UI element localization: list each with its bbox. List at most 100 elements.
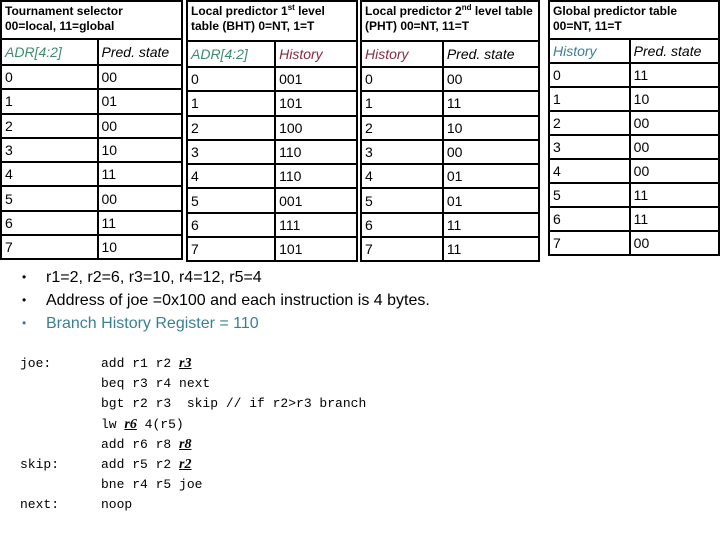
code-line: bgt r2 r3 skip // if r2>r3 branch (20, 394, 366, 414)
facts-list: • r1=2, r2=6, r3=10, r4=12, r5=4 • Address… (22, 266, 430, 335)
value-cell: 00 (96, 63, 183, 91)
code-instruction: add r1 r2 r3 (101, 354, 191, 374)
value-cell: 11 (441, 211, 541, 239)
code-label: skip: (20, 456, 60, 472)
bullet-item-address: • Address of joe =0x100 and each instruct… (22, 289, 430, 312)
bullet-item-bhr: • Branch History Register = 110 (22, 312, 430, 335)
title-line: 00=NT, 11=T (553, 19, 622, 33)
table-title: Global predictor table 00=NT, 11=T (548, 0, 720, 40)
value-cell: 101 (274, 236, 358, 263)
index-cell: 4 (185, 163, 277, 190)
instruction-text: noop (101, 497, 133, 513)
value-cell: 00 (441, 138, 541, 166)
table-row: 2 10 (360, 114, 541, 141)
bullet-icon: • (22, 293, 27, 307)
index-cell: 5 (360, 187, 444, 214)
bullet-item-registers: • r1=2, r2=6, r3=10, r4=12, r5=4 (22, 266, 430, 289)
table-row: 3 00 (360, 138, 541, 166)
title-line: Global predictor table (553, 4, 678, 18)
value-cell: 00 (628, 134, 720, 160)
index-cell: 0 (185, 65, 277, 93)
index-cell: 4 (0, 161, 99, 188)
value-cell: 11 (628, 206, 720, 232)
index-cell: 7 (548, 230, 631, 256)
instruction-text: bgt r2 r3 skip // if r2>r3 branch (101, 396, 367, 412)
code-instruction: bgt r2 r3 skip // if r2>r3 branch (101, 394, 366, 414)
value-cell: 111 (274, 211, 358, 239)
title-text: Local predictor 1 (191, 4, 288, 18)
index-cell: 6 (185, 211, 277, 239)
table-row: 7 00 (548, 230, 720, 256)
index-cell: 4 (548, 158, 631, 184)
index-cell: 5 (548, 182, 631, 208)
bullet-icon: • (22, 316, 27, 330)
code-line: lw r6 4(r5) (20, 415, 366, 435)
index-cell: 1 (360, 90, 444, 117)
table-row: 6 11 (0, 209, 183, 237)
dest-register: r8 (179, 436, 192, 452)
instruction-text: 4(r5) (136, 416, 184, 432)
local-bht-table: Local predictor 1st level table (BHT) 0=… (185, 0, 358, 263)
index-cell: 2 (548, 110, 631, 136)
table-row: 5 11 (548, 182, 720, 208)
code-line: bne r4 r5 joe (20, 475, 366, 495)
table-row: 7 101 (185, 236, 358, 263)
table-title: Tournament selector 00=local, 11=global (0, 0, 183, 40)
title-line: Tournament selector (5, 4, 123, 18)
code-label (20, 374, 101, 394)
value-cell: 11 (628, 62, 720, 88)
tournament-selector-table: Tournament selector 00=local, 11=global … (0, 0, 183, 261)
value-cell: 00 (628, 230, 720, 256)
table-row: 0 001 (185, 65, 358, 93)
value-cell: 10 (628, 86, 720, 112)
value-cell: 10 (441, 114, 541, 141)
table-row: 7 10 (0, 234, 183, 261)
value-cell: 11 (441, 90, 541, 117)
code-label: joe: (20, 356, 52, 371)
table-row: 0 11 (548, 62, 720, 88)
index-cell: 1 (548, 86, 631, 112)
table-title: Local predictor 2nd level table (PHT) 00… (360, 0, 540, 42)
assembly-code: joe: add r1 r2 r3 beq r3 r4 next bgt r2 r… (20, 354, 366, 516)
table-row: 0 00 (360, 65, 541, 93)
table-row: 5 001 (185, 187, 358, 214)
index-cell: 0 (0, 63, 99, 91)
table-row: 4 00 (548, 158, 720, 184)
code-label (20, 415, 101, 435)
value-cell: 001 (274, 65, 358, 93)
value-cell: 01 (441, 163, 541, 190)
bullet-text: r1=2, r2=6, r3=10, r4=12, r5=4 (46, 269, 262, 286)
table-row: 2 00 (0, 112, 183, 139)
dest-register: r2 (179, 456, 192, 472)
table-row: 6 11 (548, 206, 720, 232)
table-row: 2 100 (185, 114, 358, 141)
index-cell: 3 (548, 134, 631, 160)
table-row: 1 01 (0, 88, 183, 115)
column-header-pred-state: Pred. state (441, 40, 541, 68)
code-instruction: add r5 r2 r2 (101, 455, 191, 475)
table-row: 5 00 (0, 185, 183, 212)
bullet-text: Branch History Register = 110 (46, 315, 259, 332)
value-cell: 101 (274, 90, 358, 117)
title-line: 00=local, 11=global (5, 19, 115, 33)
code-instruction: lw r6 4(r5) (101, 415, 184, 435)
index-cell: 2 (185, 114, 277, 141)
code-line: beq r3 r4 next (20, 374, 366, 394)
dest-register: r3 (179, 356, 192, 371)
index-cell: 6 (360, 211, 444, 239)
index-cell: 5 (0, 185, 99, 212)
bullet-icon: • (22, 270, 27, 284)
code-instruction: noop (101, 495, 132, 515)
value-cell: 10 (96, 234, 183, 261)
value-cell: 01 (96, 88, 183, 115)
index-cell: 3 (360, 138, 444, 166)
code-label (20, 475, 101, 495)
value-cell: 00 (628, 110, 720, 136)
index-cell: 1 (185, 90, 277, 117)
bullet-text: Address of joe =0x100 and each instructi… (46, 292, 430, 309)
code-label (20, 435, 101, 455)
column-header-pred-state: Pred. state (628, 38, 720, 64)
index-cell: 5 (185, 187, 277, 214)
index-cell: 0 (548, 62, 631, 88)
code-line: add r6 r8 r8 (20, 435, 366, 455)
